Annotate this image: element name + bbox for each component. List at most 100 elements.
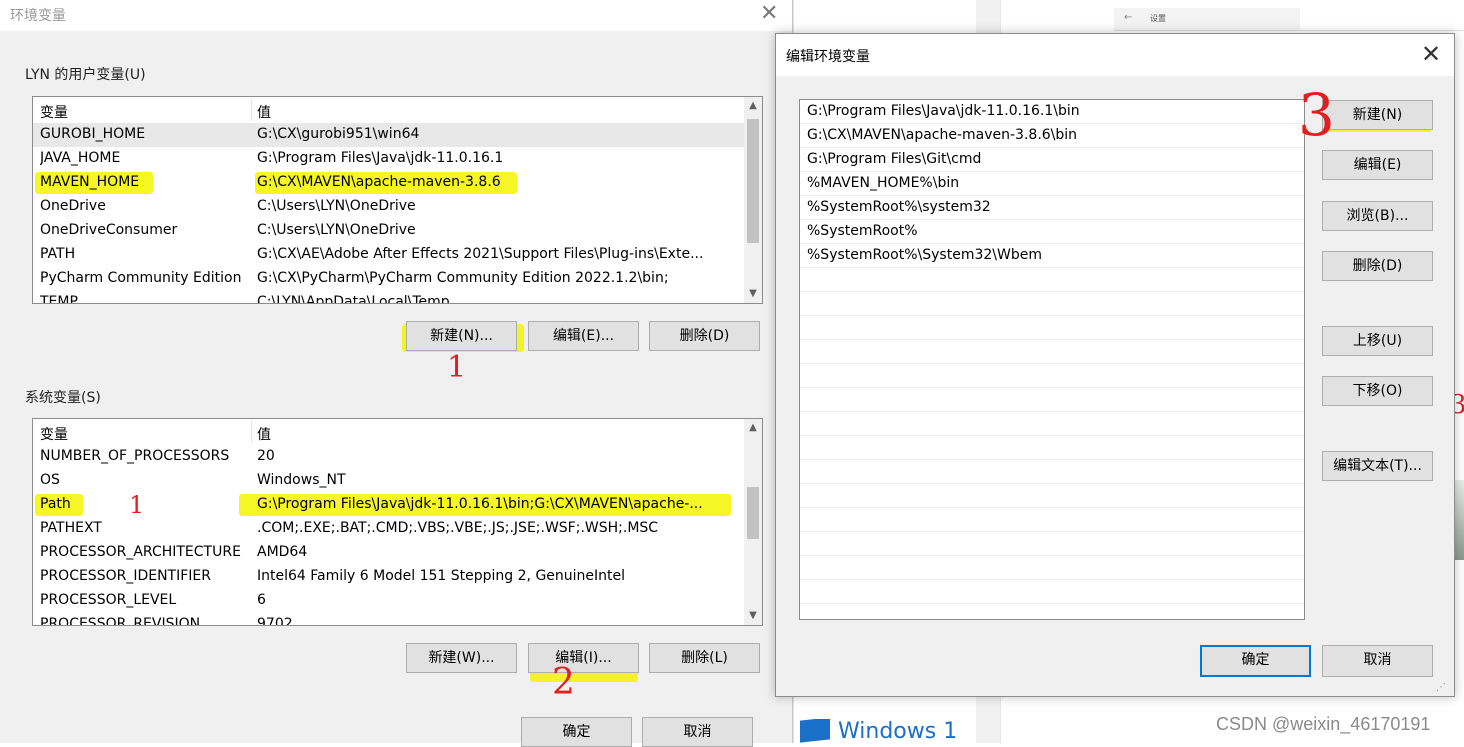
path-entry-text: G:\CX\MAVEN\apache-maven-3.8.6\bin [807, 127, 1078, 143]
variable-name: PROCESSOR_IDENTIFIER [40, 568, 211, 584]
windows-logo-text: Windows 1 [838, 719, 958, 743]
path-entry-text: %SystemRoot% [807, 223, 918, 239]
empty-path-line[interactable] [800, 340, 1304, 364]
column-header-value[interactable]: 值 [257, 424, 271, 444]
new-path-button[interactable]: 新建(N) [1322, 100, 1433, 130]
dialog-title: 环境变量 [10, 8, 66, 24]
empty-path-line[interactable] [800, 532, 1304, 556]
empty-path-line[interactable] [800, 388, 1304, 412]
path-entry-text: G:\Program Files\Java\jdk-11.0.16.1\bin [807, 103, 1080, 119]
empty-path-line[interactable] [800, 580, 1304, 604]
variable-name: Path [40, 496, 71, 512]
dialog-titlebar: 环境变量 ✕ [0, 0, 792, 31]
variable-value: 9702 [257, 616, 293, 626]
edit-text-button[interactable]: 编辑文本(T)... [1322, 451, 1433, 481]
empty-path-line[interactable] [800, 316, 1304, 340]
delete-path-button[interactable]: 删除(D) [1322, 251, 1433, 281]
column-header-value[interactable]: 值 [257, 102, 271, 122]
column-header-name[interactable]: 变量 [40, 424, 68, 444]
empty-path-line[interactable] [800, 268, 1304, 292]
scroll-up-icon[interactable]: ▲ [744, 419, 762, 437]
path-entry[interactable]: G:\CX\MAVEN\apache-maven-3.8.6\bin [800, 124, 1304, 148]
system-new-button[interactable]: 新建(W)... [406, 643, 517, 673]
variable-name: OS [40, 472, 60, 488]
table-row[interactable]: OneDriveConsumer C:\Users\LYN\OneDrive [33, 219, 744, 243]
table-row[interactable]: Path G:\Program Files\Java\jdk-11.0.16.1\… [33, 491, 744, 519]
variable-value: AMD64 [257, 544, 308, 560]
table-row[interactable]: TEMP C:\LYN\AppData\Local\Temp [33, 291, 744, 303]
variable-value: C:\LYN\AppData\Local\Temp [257, 294, 450, 304]
close-icon[interactable]: ✕ [1421, 40, 1441, 68]
variable-value: G:\CX\PyCharm\PyCharm Community Edition … [257, 270, 669, 286]
path-entry[interactable]: G:\Program Files\Git\cmd [800, 148, 1304, 172]
edit-path-button[interactable]: 编辑(E) [1322, 150, 1433, 180]
variable-value: G:\Program Files\Java\jdk-11.0.16.1\bin;… [257, 496, 703, 512]
back-arrow-icon[interactable]: ← [1124, 12, 1132, 23]
table-row[interactable]: PATHEXT .COM;.EXE;.BAT;.CMD;.VBS;.VBE;.JS… [33, 517, 744, 541]
path-entry[interactable]: G:\Program Files\Java\jdk-11.0.16.1\bin [800, 100, 1304, 124]
resize-grip-icon[interactable]: ⋰ [1436, 682, 1446, 693]
system-edit-button[interactable]: 编辑(I)... [528, 643, 639, 673]
path-entry[interactable]: %MAVEN_HOME%\bin [800, 172, 1304, 196]
table-row[interactable]: GUROBI_HOME G:\CX\gurobi951\win64 [33, 123, 744, 147]
cancel-button[interactable]: 取消 [1322, 645, 1433, 677]
windows-logo-icon [800, 719, 830, 743]
path-entry[interactable]: %SystemRoot%\System32\Wbem [800, 244, 1304, 268]
ok-button[interactable]: 确定 [1200, 645, 1311, 677]
annotation-step-3: 3 [1298, 81, 1335, 149]
annotation-mark: 1 [129, 491, 145, 519]
path-entry-text: %SystemRoot%\system32 [807, 199, 991, 215]
table-row[interactable]: MAVEN_HOME G:\CX\MAVEN\apache-maven-3.8.6 [33, 171, 744, 195]
list-header: 变量 值 [33, 419, 744, 445]
user-variables-list[interactable]: 变量 值 GUROBI_HOME G:\CX\gurobi951\win64 JAV… [32, 96, 763, 304]
table-row[interactable]: PATH G:\CX\AE\Adobe After Effects 2021\Su… [33, 243, 744, 267]
column-header-name[interactable]: 变量 [40, 102, 68, 122]
empty-path-line[interactable] [800, 412, 1304, 436]
table-row[interactable]: JAVA_HOME G:\Program Files\Java\jdk-11.0.… [33, 147, 744, 171]
table-row[interactable]: OS Windows_NT [33, 469, 744, 493]
close-icon[interactable]: ✕ [760, 1, 778, 26]
variable-name: PATHEXT [40, 520, 102, 536]
variable-value: Windows_NT [257, 472, 346, 488]
move-up-button[interactable]: 上移(U) [1322, 326, 1433, 356]
variable-name: PROCESSOR_LEVEL [40, 592, 177, 608]
empty-path-line[interactable] [800, 460, 1304, 484]
path-entry[interactable]: %SystemRoot% [800, 220, 1304, 244]
watermark: CSDN @weixin_46170191 [1216, 714, 1431, 734]
empty-path-line[interactable] [800, 364, 1304, 388]
variable-value: G:\Program Files\Java\jdk-11.0.16.1 [257, 150, 504, 166]
table-row[interactable]: OneDrive C:\Users\LYN\OneDrive [33, 195, 744, 219]
empty-path-line[interactable] [800, 292, 1304, 316]
path-entries-list[interactable]: G:\Program Files\Java\jdk-11.0.16.1\bin G… [799, 99, 1305, 620]
path-entry-text: G:\Program Files\Git\cmd [807, 151, 982, 167]
settings-titlebar: ← 设置 [1114, 8, 1300, 30]
table-row[interactable]: PROCESSOR_REVISION 9702 [33, 613, 744, 625]
variable-value: C:\Users\LYN\OneDrive [257, 222, 416, 238]
system-variables-list[interactable]: 变量 值 NUMBER_OF_PROCESSORS 20 OS Windows_NT P… [32, 418, 763, 626]
dialog-title: 编辑环境变量 [786, 49, 870, 65]
annotation-step-1: 1 [447, 350, 467, 385]
empty-path-line[interactable] [800, 556, 1304, 580]
empty-path-line[interactable] [800, 508, 1304, 532]
system-delete-button[interactable]: 删除(L) [649, 643, 760, 673]
table-row[interactable]: PyCharm Community Edition G:\CX\PyCharm\P… [33, 267, 744, 291]
table-row[interactable]: PROCESSOR_LEVEL 6 [33, 589, 744, 613]
environment-variables-dialog: 环境变量 ✕ LYN 的用户变量(U) 变量 值 GUROBI_HOME G:\C… [0, 0, 793, 747]
table-row[interactable]: PROCESSOR_ARCHITECTURE AMD64 [33, 541, 744, 565]
variable-value: Intel64 Family 6 Model 151 Stepping 2, G… [257, 568, 626, 584]
system-variables-label: 系统变量(S) [25, 390, 101, 406]
user-edit-button[interactable]: 编辑(E)... [528, 321, 639, 351]
empty-path-line[interactable] [800, 436, 1304, 460]
table-row[interactable]: PROCESSOR_IDENTIFIER Intel64 Family 6 Mod… [33, 565, 744, 589]
user-new-button[interactable]: 新建(N)... [406, 321, 517, 351]
path-entry[interactable]: %SystemRoot%\system32 [800, 196, 1304, 220]
user-delete-button[interactable]: 删除(D) [649, 321, 760, 351]
table-row[interactable]: NUMBER_OF_PROCESSORS 20 [33, 445, 744, 469]
windows-logo: Windows 1 [800, 719, 970, 743]
edit-environment-variable-dialog: 编辑环境变量 ✕ G:\Program Files\Java\jdk-11.0.… [775, 33, 1455, 697]
move-down-button[interactable]: 下移(O) [1322, 376, 1433, 406]
browse-button[interactable]: 浏览(B)... [1322, 201, 1433, 231]
variable-name: JAVA_HOME [40, 150, 121, 166]
empty-path-line[interactable] [800, 484, 1304, 508]
scroll-up-icon[interactable]: ▲ [744, 97, 762, 115]
